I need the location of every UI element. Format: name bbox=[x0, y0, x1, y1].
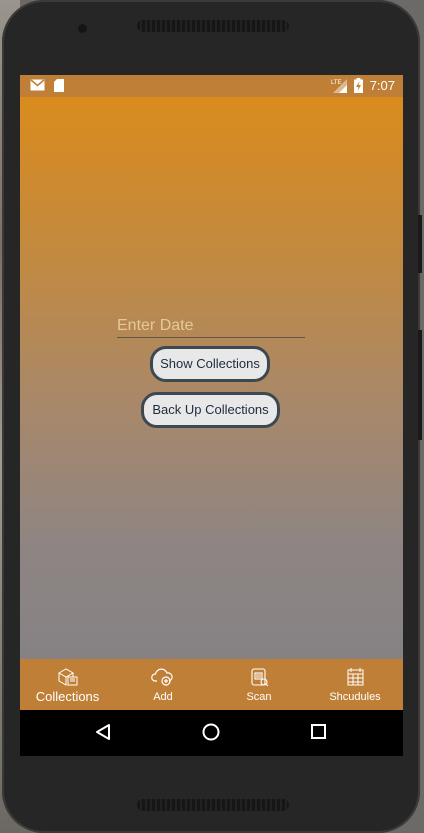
front-camera bbox=[78, 24, 87, 33]
nav-item-scan[interactable]: Scan bbox=[211, 659, 307, 710]
nav-label-shcudules: Shcudules bbox=[329, 691, 381, 703]
bottom-navigation: Collections Add Scan Shcudules bbox=[20, 659, 403, 710]
gmail-icon bbox=[30, 79, 45, 94]
scan-document-icon bbox=[249, 667, 269, 692]
recents-icon[interactable] bbox=[310, 723, 328, 746]
back-up-collections-button[interactable]: Back Up Collections bbox=[141, 392, 280, 428]
sd-card-icon bbox=[54, 79, 64, 95]
lte-signal-icon: LTE bbox=[331, 78, 347, 96]
nav-item-collections[interactable]: Collections bbox=[20, 659, 115, 710]
schedule-sheet-icon bbox=[345, 667, 365, 692]
battery-charging-icon bbox=[354, 78, 363, 96]
back-icon[interactable] bbox=[94, 722, 112, 747]
system-navigation-bar bbox=[20, 710, 403, 756]
svg-text:LTE: LTE bbox=[331, 80, 342, 86]
nav-item-shcudules[interactable]: Shcudules bbox=[307, 659, 403, 710]
top-speaker bbox=[137, 20, 289, 32]
nav-label-scan: Scan bbox=[246, 691, 272, 703]
bottom-speaker bbox=[137, 799, 289, 811]
cloud-add-icon bbox=[151, 667, 175, 692]
date-input[interactable] bbox=[117, 315, 305, 338]
show-collections-button[interactable]: Show Collections bbox=[150, 346, 270, 382]
home-icon[interactable] bbox=[201, 722, 221, 747]
power-button bbox=[418, 330, 422, 440]
nav-label-collections: Collections bbox=[35, 689, 100, 704]
nav-label-add: Add bbox=[153, 691, 173, 703]
screen: LTE 7:07 Show Collections Back Up Collec… bbox=[20, 75, 403, 756]
main-content: Show Collections Back Up Collections bbox=[20, 97, 403, 659]
nav-item-add[interactable]: Add bbox=[115, 659, 211, 710]
volume-button bbox=[418, 215, 422, 273]
clock: 7:07 bbox=[369, 78, 395, 93]
status-bar: LTE 7:07 bbox=[20, 75, 403, 97]
